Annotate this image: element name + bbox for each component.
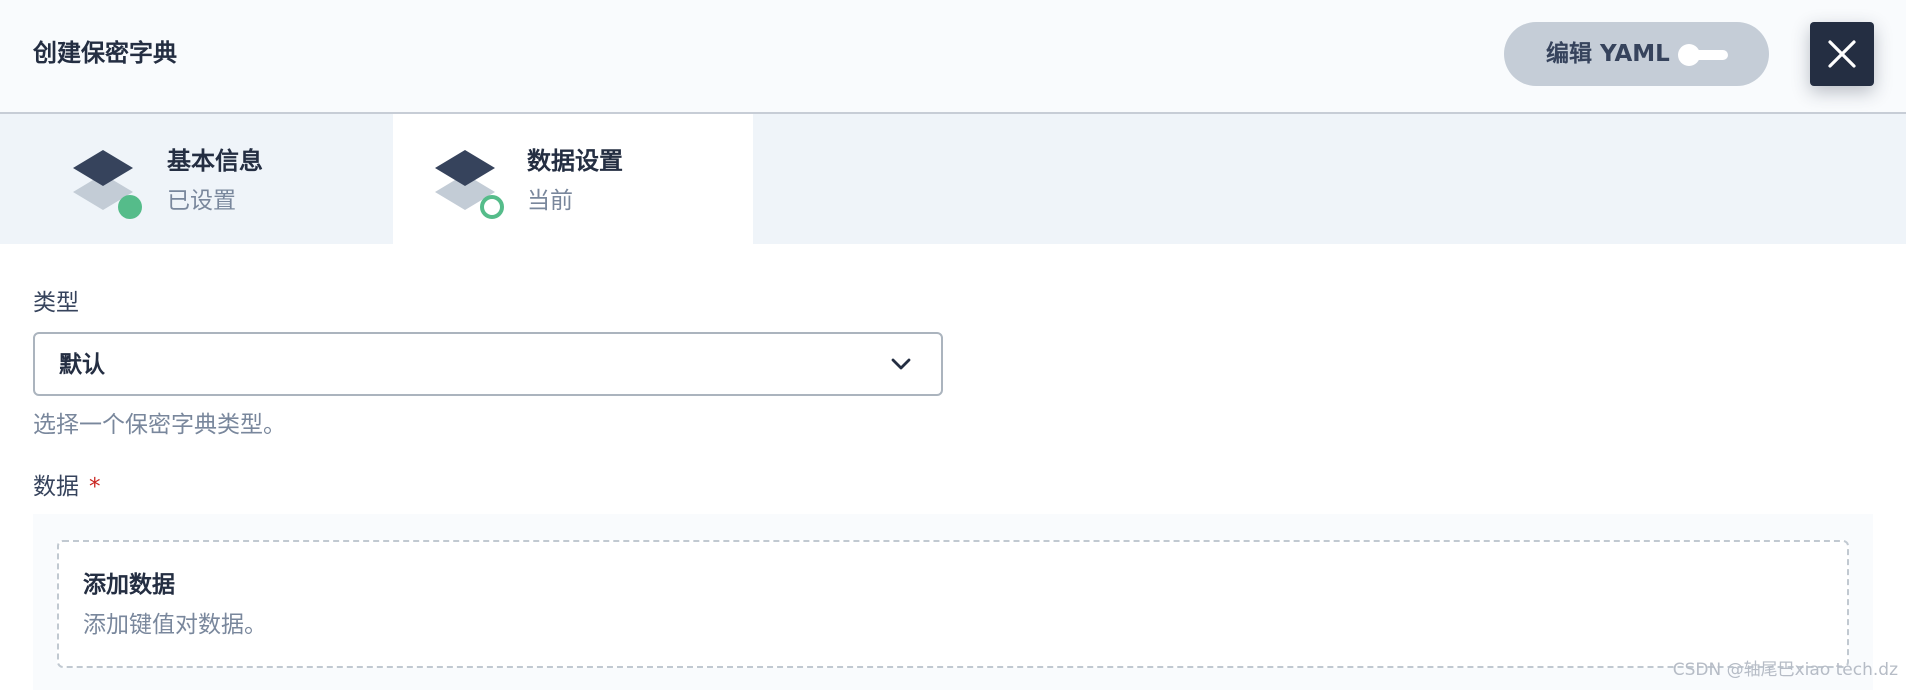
step-title: 数据设置 xyxy=(527,147,623,175)
chevron-down-icon xyxy=(891,358,911,370)
close-icon xyxy=(1828,40,1856,68)
step-current-indicator xyxy=(480,195,504,219)
step-status: 当前 xyxy=(527,188,573,214)
step-status: 已设置 xyxy=(167,188,236,214)
data-label-text: 数据 xyxy=(33,474,79,500)
step-title: 基本信息 xyxy=(167,147,263,175)
watermark: CSDN @轴尾巴xiao tech.dz xyxy=(1672,660,1898,680)
type-hint: 选择一个保密字典类型。 xyxy=(33,412,286,438)
data-label: 数据 * xyxy=(33,470,101,504)
edit-yaml-button[interactable]: 编辑 YAML xyxy=(1504,22,1769,86)
toggle-knob xyxy=(1678,44,1700,66)
data-panel: 添加数据 添加键值对数据。 xyxy=(33,514,1873,690)
layers-icon xyxy=(435,150,504,219)
step-data-settings[interactable]: 数据设置 当前 xyxy=(393,114,753,244)
type-label: 类型 xyxy=(33,290,79,316)
modal-header: 创建保密字典 编辑 YAML xyxy=(0,0,1906,114)
type-select-value: 默认 xyxy=(59,352,105,378)
yaml-toggle-switch[interactable] xyxy=(1678,44,1728,66)
add-data-description: 添加键值对数据。 xyxy=(83,612,267,638)
close-button[interactable] xyxy=(1810,22,1874,86)
add-data-title: 添加数据 xyxy=(83,572,175,598)
step-navigation: 基本信息 已设置 数据设置 当前 xyxy=(0,114,1906,244)
page-title: 创建保密字典 xyxy=(33,39,177,67)
step-basic-info[interactable]: 基本信息 已设置 xyxy=(0,114,393,244)
add-data-button[interactable]: 添加数据 添加键值对数据。 xyxy=(57,540,1849,668)
type-select[interactable]: 默认 xyxy=(33,332,943,396)
edit-yaml-label: 编辑 YAML xyxy=(1546,41,1670,67)
required-mark: * xyxy=(89,474,101,500)
step-done-indicator xyxy=(118,195,142,219)
layers-icon xyxy=(73,150,142,219)
